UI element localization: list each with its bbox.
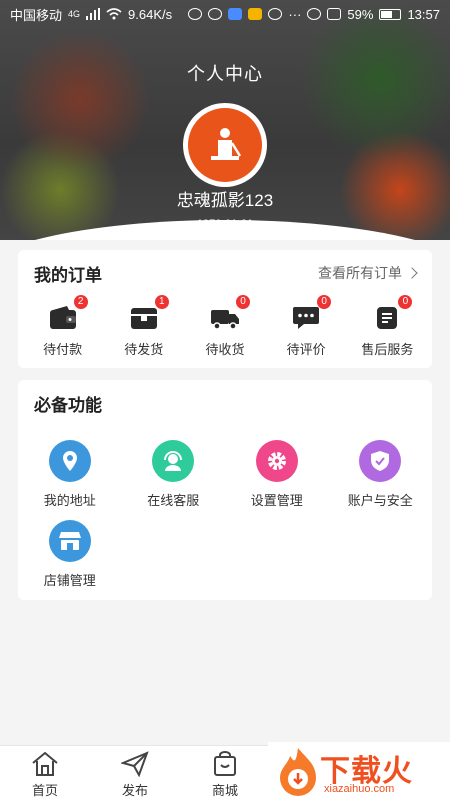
profile-header: 个人中心 忠魂孤影123: [0, 0, 450, 240]
settings-gear-icon: [267, 452, 286, 470]
order-badge: 1: [154, 295, 169, 309]
worker-avatar-icon: [211, 128, 242, 160]
order-label: 售后服务: [361, 342, 414, 357]
watermark: 下载火 xiazaihuo.com: [268, 742, 450, 800]
tab-publish[interactable]: 发布: [90, 746, 180, 800]
tab-label: 商城: [211, 783, 238, 798]
notification-icon: [188, 8, 203, 20]
carrier: 中国移动: [10, 7, 63, 23]
truck-icon: [210, 310, 239, 330]
order-badge: 2: [73, 295, 88, 309]
battery-icon: [379, 8, 402, 20]
tab-mall[interactable]: 商城: [180, 746, 270, 800]
orders-card: 我的订单 查看所有订单 2 待付款 1 待发货 0 待收货 0 待评价 0 售后…: [18, 250, 432, 368]
function-label: 设置管理: [250, 493, 303, 508]
wallet-icon: [49, 306, 76, 329]
shopping-bag-icon: [214, 751, 236, 776]
order-pending-review[interactable]: 0 待评价: [266, 295, 346, 358]
online-service-button[interactable]: 在线客服: [122, 440, 226, 520]
order-badge: 0: [317, 295, 332, 309]
location-pin-icon: [62, 451, 77, 471]
birthday: 1970-01-01: [196, 218, 254, 230]
my-address-button[interactable]: 我的地址: [18, 440, 122, 520]
customer-service-icon: [164, 451, 183, 471]
page-title: 个人中心: [187, 64, 263, 84]
username: 忠魂孤影123: [176, 191, 274, 210]
function-label: 账户与安全: [347, 493, 413, 508]
send-icon: [121, 751, 149, 777]
order-label: 待发货: [124, 342, 164, 357]
store-management-button[interactable]: 店铺管理: [18, 520, 122, 600]
order-pending-payment[interactable]: 2 待付款: [23, 295, 103, 358]
view-all-orders-label: 查看所有订单: [318, 265, 402, 281]
tab-label: 发布: [121, 783, 148, 798]
avatar[interactable]: [183, 103, 267, 187]
settings-button[interactable]: 设置管理: [225, 440, 329, 520]
orders-title: 我的订单: [34, 265, 102, 285]
heart-icon: [208, 8, 223, 20]
functions-title: 必备功能: [34, 395, 102, 415]
mail-icon: [248, 8, 263, 20]
wifi-icon: [106, 8, 122, 20]
function-label: 我的地址: [43, 493, 96, 508]
shield-check-icon: [371, 451, 390, 471]
chat-icon: [268, 8, 283, 20]
order-label: 待评价: [286, 342, 326, 357]
service-doc-icon: [377, 307, 398, 329]
alarm-icon: [307, 8, 322, 20]
more-icon: ···: [288, 6, 302, 22]
order-pending-shipment[interactable]: 1 待发货: [104, 295, 184, 358]
order-badge: 0: [398, 295, 413, 309]
tab-label: 首页: [31, 783, 58, 798]
watermark-url: xiazaihuo.com: [324, 783, 395, 795]
view-all-orders-link[interactable]: 查看所有订单: [318, 263, 418, 283]
order-label: 待收货: [205, 342, 245, 357]
order-after-sales[interactable]: 0 售后服务: [347, 295, 427, 358]
battery-percent: 59%: [347, 6, 374, 22]
function-label: 在线客服: [147, 493, 200, 508]
flame-logo-icon: [280, 748, 316, 796]
function-label: 店铺管理: [43, 573, 96, 588]
signal-icon: [86, 8, 101, 20]
comment-icon: [293, 307, 320, 329]
store-icon: [58, 532, 81, 550]
tab-home[interactable]: 首页: [0, 746, 90, 800]
app-notification-icon: [228, 8, 243, 20]
order-badge: 0: [235, 295, 250, 309]
clock: 13:57: [407, 6, 440, 22]
network-type: 4G: [68, 9, 81, 19]
vibrate-icon: [327, 8, 342, 20]
network-speed: 9.64K/s: [128, 6, 173, 22]
order-pending-receipt[interactable]: 0 待收货: [185, 295, 265, 358]
home-icon: [32, 751, 58, 776]
status-bar: 中国移动 4G 9.64K/s ··· 59% 13:57: [0, 0, 450, 28]
package-icon: [130, 308, 157, 329]
chevron-right-icon: [406, 267, 418, 279]
order-label: 待付款: [43, 342, 83, 357]
account-security-button[interactable]: 账户与安全: [329, 440, 433, 520]
functions-card: 必备功能 我的地址 在线客服 设置管理 账户与安全 店铺管理: [18, 380, 432, 600]
